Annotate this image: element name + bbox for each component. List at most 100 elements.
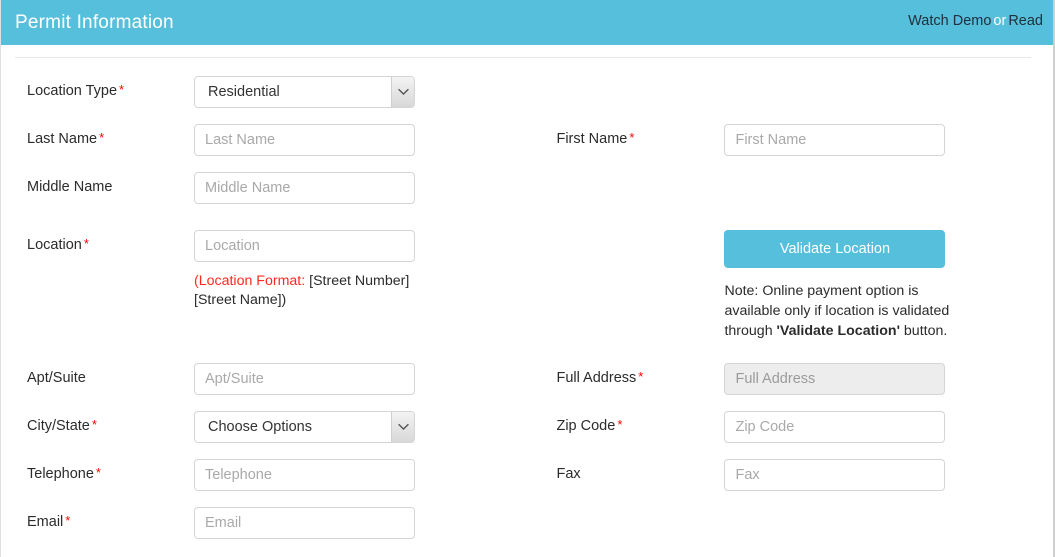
- email-label: Email *: [27, 507, 194, 539]
- city-state-selected-value: Choose Options: [208, 419, 312, 436]
- required-marker: *: [95, 465, 101, 481]
- watch-demo-link[interactable]: Watch Demo: [908, 13, 991, 29]
- first-name-label-text: First Name: [556, 131, 628, 147]
- first-name-field: [724, 124, 946, 156]
- first-name-input[interactable]: [724, 124, 946, 156]
- location-format-hint-red: (Location Format:: [194, 273, 306, 289]
- validate-location-note: Note: Online payment option is available…: [724, 281, 949, 341]
- last-name-label-text: Last Name: [27, 131, 98, 147]
- field-group-email: Email *: [1, 507, 544, 540]
- required-marker: *: [91, 417, 97, 433]
- required-marker: *: [617, 417, 623, 433]
- location-format-hint: (Location Format: [Street Number] [Stree…: [194, 272, 424, 310]
- location-field: (Location Format: [Street Number] [Stree…: [194, 230, 424, 341]
- apt-suite-label-text: Apt/Suite: [27, 370, 86, 387]
- email-field: [194, 507, 415, 540]
- page-title: Permit Information: [15, 12, 174, 33]
- required-marker: *: [638, 369, 644, 385]
- form-row-location: Location* (Location Format: [Street Numb…: [1, 230, 1053, 341]
- location-input[interactable]: [194, 230, 415, 262]
- validate-location-field: Validate Location Note: Online payment o…: [724, 230, 949, 341]
- last-name-input[interactable]: [194, 124, 415, 156]
- validate-location-button[interactable]: Validate Location: [724, 230, 946, 268]
- form-row-apt-address: Apt/Suite Full Address*: [1, 363, 1053, 396]
- form-row-telephone-fax: Telephone* Fax: [1, 459, 1053, 492]
- field-group-apt-suite: Apt/Suite: [1, 363, 544, 396]
- field-group-first-name: First Name *: [544, 124, 1053, 156]
- read-link[interactable]: Read: [1008, 13, 1043, 29]
- panel-header: Permit Information Watch Demo or Read: [1, 0, 1053, 45]
- required-marker: *: [629, 130, 635, 145]
- zip-code-field: [724, 411, 946, 444]
- required-marker: *: [119, 82, 125, 97]
- field-group-telephone: Telephone *: [1, 459, 544, 492]
- validate-location-note-post: button.: [899, 323, 948, 340]
- location-type-field: Residential: [194, 76, 415, 108]
- field-group-fax: Fax: [544, 459, 1053, 492]
- fax-field: [724, 459, 946, 492]
- apt-suite-field: [194, 363, 415, 396]
- city-state-label: City/State *: [27, 411, 194, 443]
- full-address-input: [724, 363, 946, 396]
- header-links: Watch Demo or Read: [908, 14, 1043, 31]
- location-type-select[interactable]: Residential: [194, 76, 415, 108]
- field-group-zip-code: Zip Code *: [544, 411, 1053, 444]
- telephone-label: Telephone *: [27, 459, 194, 491]
- permit-form: Location Type * Residential Last Name * …: [1, 58, 1053, 540]
- field-group-validate-location: Validate Location Note: Online payment o…: [544, 230, 1053, 341]
- middle-name-input[interactable]: [194, 172, 415, 204]
- zip-code-input[interactable]: [724, 411, 946, 444]
- field-group-full-address: Full Address *: [544, 363, 1053, 396]
- middle-name-label: Middle Name: [27, 172, 194, 204]
- header-link-separator: or: [993, 13, 1007, 30]
- middle-name-label-text: Middle Name: [27, 179, 113, 195]
- middle-name-field: [194, 172, 415, 204]
- fax-input[interactable]: [724, 459, 946, 492]
- chevron-down-icon[interactable]: [391, 412, 414, 443]
- validate-location-note-bold: 'Validate Location': [776, 323, 900, 340]
- full-address-label: Full Address *: [556, 363, 724, 395]
- apt-suite-label: Apt/Suite: [27, 363, 194, 395]
- required-marker: *: [65, 513, 71, 529]
- location-type-selected-value: Residential: [208, 84, 280, 100]
- first-name-label: First Name *: [556, 124, 724, 156]
- field-group-middle-name: Middle Name: [1, 172, 544, 204]
- form-row-email: Email *: [1, 507, 1053, 540]
- form-row-middle-name: Middle Name: [1, 172, 1053, 204]
- validate-location-spacer: [556, 230, 724, 341]
- apt-suite-input[interactable]: [194, 363, 415, 396]
- city-state-field: Choose Options: [194, 411, 415, 444]
- city-state-select[interactable]: Choose Options: [194, 411, 415, 444]
- field-group-empty-1: [544, 76, 1053, 108]
- email-label-text: Email: [27, 514, 64, 531]
- form-row-location-type: Location Type * Residential: [1, 76, 1053, 108]
- telephone-field: [194, 459, 415, 492]
- form-row-names: Last Name* First Name*: [1, 124, 1053, 156]
- location-type-label: Location Type *: [27, 76, 194, 108]
- city-state-label-text: City/State: [27, 418, 90, 435]
- field-group-empty-3: [544, 507, 1053, 539]
- required-marker: *: [99, 130, 105, 145]
- last-name-label: Last Name *: [27, 124, 194, 156]
- fax-label-text: Fax: [556, 466, 581, 483]
- field-group-empty-2: [544, 172, 1053, 204]
- required-marker: *: [83, 236, 89, 251]
- chevron-down-icon[interactable]: [391, 77, 414, 107]
- location-type-label-text: Location Type: [27, 83, 118, 99]
- telephone-input[interactable]: [194, 459, 415, 492]
- form-row-city-zip: City/State * Choose Options Zip Code *: [1, 411, 1053, 444]
- permit-information-panel: Permit Information Watch Demo or Read Loca…: [0, 0, 1055, 557]
- fax-label: Fax: [556, 459, 724, 491]
- email-input[interactable]: [194, 507, 415, 540]
- field-group-last-name: Last Name *: [1, 124, 544, 156]
- field-group-city-state: City/State * Choose Options: [1, 411, 544, 444]
- location-label-text: Location: [27, 237, 82, 253]
- panel-body: Location Type * Residential Last Name * …: [1, 57, 1053, 540]
- telephone-label-text: Telephone: [27, 466, 94, 483]
- zip-code-label-text: Zip Code: [556, 418, 616, 435]
- last-name-field: [194, 124, 415, 156]
- full-address-field: [724, 363, 946, 396]
- field-group-location-type: Location Type * Residential: [1, 76, 544, 108]
- location-label: Location *: [27, 230, 194, 341]
- zip-code-label: Zip Code *: [556, 411, 724, 443]
